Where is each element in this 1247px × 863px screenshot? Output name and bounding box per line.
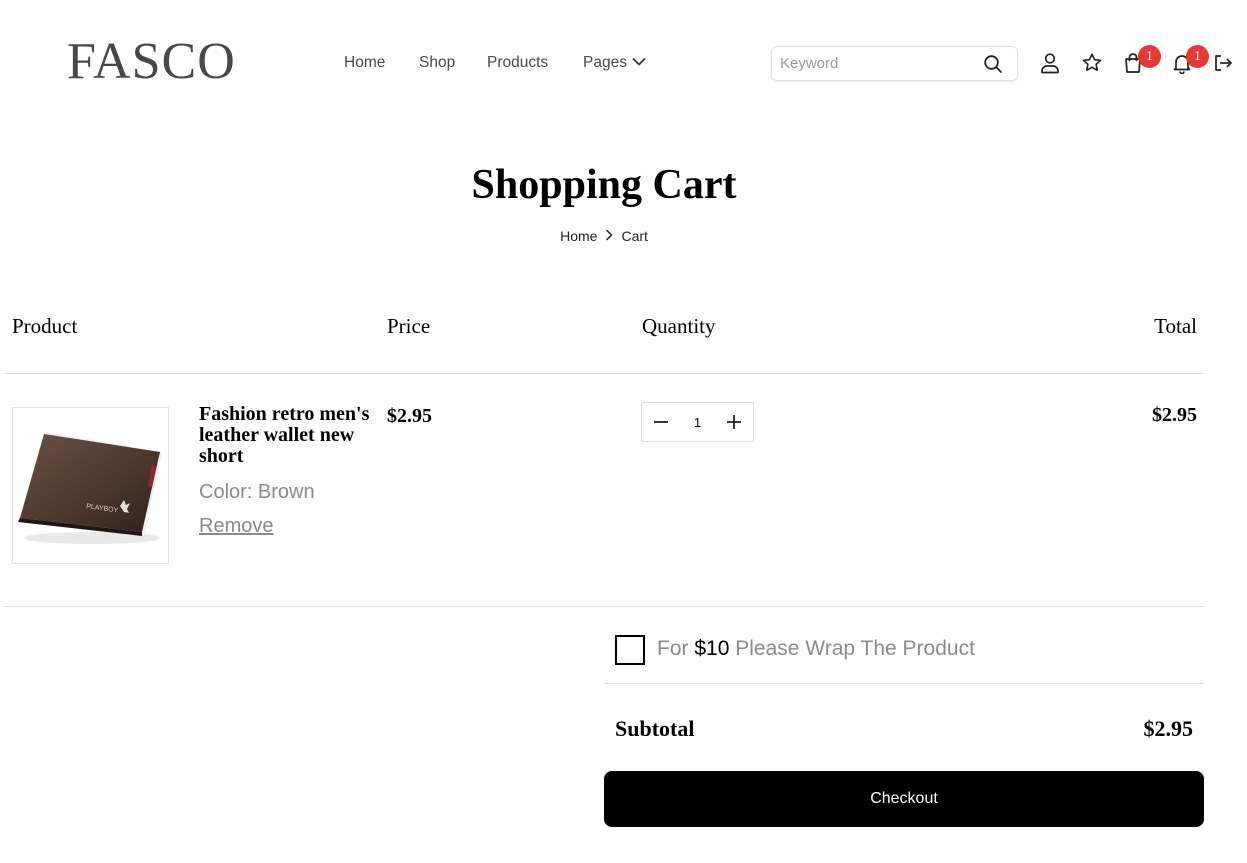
row-divider xyxy=(4,606,1204,607)
increment-button[interactable] xyxy=(715,403,753,441)
remove-link[interactable]: Remove xyxy=(199,514,273,538)
user-icon[interactable] xyxy=(1039,52,1061,74)
logo[interactable]: FASCO xyxy=(67,32,236,92)
header-divider xyxy=(4,373,1204,374)
search-box xyxy=(771,46,1018,81)
product-price: $2.95 xyxy=(387,405,432,427)
nav-shop[interactable]: Shop xyxy=(419,52,455,74)
cart-count-badge: 1 xyxy=(1138,45,1161,68)
minus-icon xyxy=(654,421,668,423)
product-image[interactable]: PLAYBOY xyxy=(12,407,169,564)
page-title: Shopping Cart xyxy=(471,162,737,208)
breadcrumb: Home Cart xyxy=(0,227,1208,245)
star-icon[interactable] xyxy=(1081,52,1103,74)
product-color: Color: Brown xyxy=(199,481,315,503)
summary-divider xyxy=(604,683,1204,684)
product-name[interactable]: Fashion retro men's leather wallet new s… xyxy=(199,404,374,467)
gift-wrap-prefix: For xyxy=(657,637,689,660)
breadcrumb-current: Cart xyxy=(621,228,648,244)
nav-pages[interactable]: Pages xyxy=(583,52,646,74)
nav-products[interactable]: Products xyxy=(487,52,548,74)
quantity-value[interactable]: 1 xyxy=(680,415,715,430)
decrement-button[interactable] xyxy=(642,403,680,441)
logout-icon[interactable] xyxy=(1213,52,1233,74)
gift-wrap-price: $10 xyxy=(694,637,730,660)
breadcrumb-home[interactable]: Home xyxy=(560,227,597,245)
subtotal-value: $2.95 xyxy=(1143,716,1194,741)
gift-wrap-label: For $10 Please Wrap The Product xyxy=(657,636,975,662)
notification-count-badge: 1 xyxy=(1186,45,1209,68)
column-header-price: Price xyxy=(387,314,431,338)
search-icon[interactable] xyxy=(983,54,1003,79)
subtotal-label: Subtotal xyxy=(615,716,695,741)
wallet-image: PLAYBOY xyxy=(17,431,162,544)
nav-pages-label: Pages xyxy=(583,54,627,71)
column-header-quantity: Quantity xyxy=(642,314,716,338)
plus-icon xyxy=(727,415,741,429)
gift-wrap-suffix: Please Wrap The Product xyxy=(735,637,975,660)
chevron-down-icon xyxy=(632,52,646,74)
nav-home[interactable]: Home xyxy=(344,52,385,74)
chevron-right-icon xyxy=(605,227,613,245)
gift-wrap-checkbox[interactable] xyxy=(615,635,645,665)
column-header-product: Product xyxy=(12,314,78,338)
quantity-stepper: 1 xyxy=(641,402,754,442)
row-total: $2.95 xyxy=(1152,404,1197,426)
checkout-button[interactable]: Checkout xyxy=(604,771,1204,827)
column-header-total: Total xyxy=(1154,314,1197,338)
search-input[interactable] xyxy=(772,48,972,79)
